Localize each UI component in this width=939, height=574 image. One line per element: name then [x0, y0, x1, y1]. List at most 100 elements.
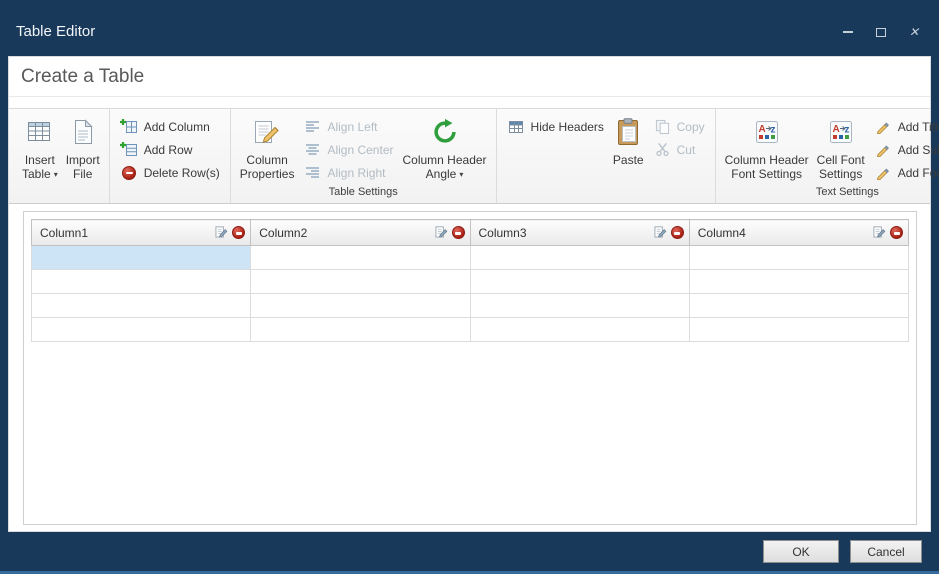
hide-headers-icon	[507, 120, 526, 134]
column-header-font-settings-icon: A z	[755, 114, 779, 150]
table-cell[interactable]	[689, 270, 908, 294]
svg-text:A: A	[758, 124, 765, 135]
column-properties-icon	[253, 114, 281, 150]
table-cell[interactable]	[32, 294, 251, 318]
maximize-icon	[876, 28, 886, 37]
group-clipboard: Hide Headers Paste	[497, 109, 716, 203]
group-label-text-settings: Text Settings	[721, 186, 939, 203]
add-title-icon	[874, 120, 893, 134]
titlebar[interactable]: Table Editor	[0, 0, 939, 56]
table-panel: Column1	[23, 211, 917, 525]
svg-text:z: z	[844, 125, 849, 136]
selected-cell[interactable]	[32, 246, 251, 270]
cut-icon	[653, 142, 672, 157]
column-header-4[interactable]: Column4	[689, 220, 908, 246]
add-footer-button[interactable]: Add Footer	[869, 161, 939, 184]
add-sub-title-button[interactable]: Add Sub Title	[869, 138, 939, 161]
add-column-icon	[120, 119, 139, 134]
add-title-button[interactable]: Add Title	[869, 115, 939, 138]
copy-icon	[653, 119, 672, 134]
window-controls	[841, 26, 921, 38]
align-right-button[interactable]: Align Right	[298, 161, 398, 184]
table-cell[interactable]	[689, 294, 908, 318]
maximize-button[interactable]	[874, 26, 888, 38]
insert-table-icon	[27, 114, 53, 150]
table-row	[32, 294, 909, 318]
add-footer-icon	[874, 166, 893, 180]
table-cell[interactable]	[32, 318, 251, 342]
table-cell[interactable]	[251, 246, 470, 270]
cell-font-settings-button[interactable]: A z Cell Font Settings	[813, 109, 869, 181]
column-properties-button[interactable]: Column Properties	[236, 109, 299, 181]
column-header-font-settings-button[interactable]: A z Column Header Font Settings	[721, 109, 813, 181]
delete-rows-button[interactable]: Delete Row(s)	[115, 161, 225, 184]
table-row	[32, 270, 909, 294]
ok-button[interactable]: OK	[763, 540, 839, 563]
column-header-3[interactable]: Column3	[470, 220, 689, 246]
column-header-angle-dropdown-icon	[459, 168, 463, 182]
remove-column-icon[interactable]	[232, 226, 245, 239]
remove-column-icon[interactable]	[452, 226, 465, 239]
add-row-icon	[120, 142, 139, 157]
align-center-icon	[303, 143, 322, 156]
minimize-button[interactable]	[841, 26, 855, 38]
edit-column-icon[interactable]	[435, 225, 448, 241]
table-cell[interactable]	[689, 246, 908, 270]
paste-button[interactable]: Paste	[609, 109, 648, 167]
table-cell[interactable]	[251, 294, 470, 318]
group-label-table-settings: Table Settings	[236, 186, 491, 203]
group-table-settings: Column Properties Align Left	[231, 109, 497, 203]
add-column-button[interactable]: Add Column	[115, 115, 225, 138]
table-grid: Column1	[31, 219, 909, 342]
column-header-angle-icon	[431, 114, 459, 150]
table-row	[32, 246, 909, 270]
table-editor-window: Table Editor Create a Table	[0, 0, 939, 574]
column-header-angle-button[interactable]: Column Header Angle	[399, 109, 491, 182]
table-cell[interactable]	[470, 294, 689, 318]
edit-column-icon[interactable]	[873, 225, 886, 241]
align-left-button[interactable]: Align Left	[298, 115, 398, 138]
group-row-column: Add Column Add Row	[110, 109, 231, 203]
table-cell[interactable]	[251, 270, 470, 294]
align-right-icon	[303, 166, 322, 179]
delete-rows-icon	[122, 166, 136, 180]
remove-column-icon[interactable]	[890, 226, 903, 239]
page-title: Create a Table	[21, 66, 144, 87]
cut-button[interactable]: Cut	[648, 138, 710, 161]
close-button[interactable]	[907, 26, 921, 38]
column-name: Column3	[479, 226, 527, 240]
edit-column-icon[interactable]	[215, 225, 228, 241]
align-center-button[interactable]: Align Center	[298, 138, 398, 161]
table-cell[interactable]	[470, 318, 689, 342]
column-name: Column1	[40, 226, 88, 240]
add-row-button[interactable]: Add Row	[115, 138, 225, 161]
close-icon	[909, 26, 919, 38]
hide-headers-button[interactable]: Hide Headers	[502, 115, 609, 138]
import-file-button[interactable]: Import File	[62, 109, 104, 181]
paste-icon	[616, 114, 640, 150]
toolbar-ribbon: Insert Table Import File	[9, 108, 930, 204]
insert-table-dropdown-icon	[54, 168, 58, 182]
remove-column-icon[interactable]	[671, 226, 684, 239]
table-cell[interactable]	[251, 318, 470, 342]
table-cell[interactable]	[32, 270, 251, 294]
insert-table-button[interactable]: Insert Table	[18, 109, 62, 182]
column-header-2[interactable]: Column2	[251, 220, 470, 246]
table-header-row: Column1	[32, 220, 909, 246]
minimize-icon	[843, 31, 853, 33]
edit-column-icon[interactable]	[654, 225, 667, 241]
import-file-icon	[72, 114, 94, 150]
copy-button[interactable]: Copy	[648, 115, 710, 138]
table-cell[interactable]	[470, 246, 689, 270]
window-title: Table Editor	[16, 23, 95, 40]
dialog-body: Create a Table Insert	[8, 56, 931, 532]
add-sub-title-icon	[874, 143, 893, 157]
column-name: Column4	[698, 226, 746, 240]
cancel-button[interactable]: Cancel	[850, 540, 922, 563]
group-insert: Insert Table Import File	[13, 109, 110, 203]
column-name: Column2	[259, 226, 307, 240]
column-header-1[interactable]: Column1	[32, 220, 251, 246]
align-left-icon	[303, 120, 322, 133]
table-cell[interactable]	[689, 318, 908, 342]
table-cell[interactable]	[470, 270, 689, 294]
